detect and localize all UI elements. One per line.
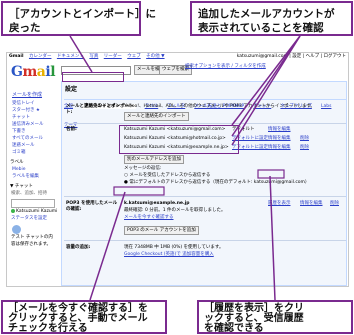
- pop3-edit-link[interactable]: 情報を編集: [300, 201, 323, 207]
- pop3-address: k.katsumi@example.ne.jp: [124, 201, 190, 206]
- highlight-accounts: [119, 125, 239, 154]
- pop3-section: POP3 を使用したメール の確認: k.katsumi@example.ne.…: [64, 199, 346, 241]
- label-item[interactable]: Mebie: [9, 166, 59, 173]
- sidebar: メールを作成 受信トレイ スター付き ★ チャット 送信済みメール 下書き すべ…: [9, 81, 59, 248]
- add-address-button[interactable]: 別のメールアドレスを追加: [124, 155, 184, 164]
- chat-user-name: Katsuzumi Kazumi: [16, 209, 58, 214]
- sidebar-item-trash[interactable]: ゴミ箱: [9, 149, 59, 156]
- callout-line: 追加したメールアカウントが: [198, 8, 335, 20]
- highlight-tab: [62, 72, 124, 82]
- import-button[interactable]: メールと連絡先のインポート: [124, 112, 189, 121]
- import-label: メールと連絡先のインポート:: [66, 104, 120, 115]
- talk-icon: [12, 225, 21, 234]
- logo-letter: l: [50, 64, 56, 80]
- storage-text: 現在 7348MB 中 1MB (0%) を使用しています。: [124, 245, 224, 250]
- nav-calendar[interactable]: カレンダー: [29, 54, 52, 59]
- status-dot-icon: [11, 208, 15, 213]
- sidebar-item-inbox[interactable]: 受信トレイ: [9, 100, 59, 107]
- chat-header[interactable]: ▼ チャット: [9, 183, 59, 190]
- pop3-label: POP3 を使用したメール の確認:: [66, 201, 118, 212]
- labels-header: ラベル: [10, 160, 24, 165]
- account-row-edit[interactable]: 情報を編集: [268, 136, 291, 142]
- reply-option-1[interactable]: ○ メールを受信したアドレスから返信する: [124, 173, 210, 179]
- account-row-delete[interactable]: 削除: [300, 136, 309, 142]
- sidebar-item-spam[interactable]: 迷惑メール: [9, 142, 59, 149]
- account-row-delete[interactable]: 削除: [300, 145, 309, 151]
- callout-top-right: 追加したメールアカウントが 表示されていることを確認: [190, 1, 353, 36]
- send-as-label: 名前:: [66, 127, 77, 132]
- logo-letter: m: [22, 64, 37, 80]
- storage-section: 容量の追加: 現在 7348MB 中 1MB (0%) を使用しています。 Go…: [64, 243, 346, 263]
- sidebar-item-sent[interactable]: 送信済みメール: [9, 121, 59, 128]
- chat-search-hint: 検索、追加、招待: [11, 191, 47, 196]
- settings-panel: 設定 全般 アカウントとインポート ラベル フィルタ メール転送と POP/IM…: [61, 81, 347, 286]
- add-pop3-button[interactable]: POP3 のメール アカウントを追加: [124, 226, 199, 235]
- reply-option-2[interactable]: ● 常にデフォルトのアドレスから返信する（現在のデフォルト: katsuzumi…: [124, 180, 309, 186]
- callout-bottom-left: ［メールを今すぐ確認する］を クリックすると、手動でメール チェックを行える: [1, 300, 167, 334]
- callout-line: ［アカウントとインポート］に: [9, 8, 156, 20]
- account-row-edit[interactable]: 情報を編集: [268, 145, 291, 151]
- import-text: Yahoo!、Hotmail、AOL、その他のウェブメールや POP3 アカウン…: [124, 104, 315, 109]
- pop3-delete-link[interactable]: 削除: [330, 201, 339, 207]
- sidebar-item-drafts[interactable]: 下書き: [9, 128, 59, 135]
- callout-line: チェックを行える: [8, 323, 88, 334]
- sidebar-item-chats[interactable]: チャット: [9, 114, 59, 121]
- import-section: メールと連絡先のインポート: Yahoo!、Hotmail、AOL、その他のウェ…: [64, 102, 346, 124]
- callout-top-left: ［アカウントとインポート］に 戻った: [1, 1, 156, 36]
- chat-search-input[interactable]: [11, 199, 55, 208]
- settings-tabs: 全般 アカウントとインポート ラベル フィルタ メール転送と POP/IMAP …: [64, 92, 346, 128]
- account-row-edit[interactable]: 情報を編集: [268, 127, 291, 133]
- edit-labels-link[interactable]: ラベルを編集: [9, 173, 59, 180]
- callout-line: 戻った: [9, 22, 41, 34]
- nav-more[interactable]: その他 ▼: [146, 54, 164, 59]
- compose-link[interactable]: メールを作成: [10, 92, 44, 99]
- buy-storage-link[interactable]: Google Checkout (英語)で 追加容量を購入: [124, 252, 214, 258]
- nav-web[interactable]: ウェブ: [127, 54, 141, 59]
- storage-label: 容量の追加:: [66, 245, 91, 250]
- callout-line: を確認できる: [204, 323, 264, 334]
- gmail-screenshot: Gmail カレンダー ドキュメント 写真 リーダー ウェブ その他 ▼ kat…: [6, 52, 349, 287]
- chat-status-link[interactable]: ステータスを設定: [9, 215, 59, 222]
- search-options-link[interactable]: 検索オプションを表示 / フィルタを作成: [185, 64, 266, 70]
- nav-gmail[interactable]: Gmail: [9, 54, 24, 59]
- nav-docs[interactable]: ドキュメント: [57, 54, 84, 59]
- nav-reader[interactable]: リーダー: [104, 54, 122, 59]
- top-nav: Gmail カレンダー ドキュメント 写真 リーダー ウェブ その他 ▼: [9, 54, 169, 60]
- callout-bottom-right: ［履歴を表示］をクリ ックすると、受信履歴 を確認できる: [197, 300, 353, 334]
- reply-label: メッセージの返信:: [124, 166, 162, 171]
- account-bar[interactable]: katsuzumi@gmail.com | 設定 | ヘルプ | ログアウト: [237, 54, 346, 60]
- check-mail-now-link[interactable]: メールを今すぐ確認する: [124, 215, 174, 221]
- pop3-last-check: 最終確認: 0 分前。1 件のメールを取得しました。: [124, 208, 226, 213]
- talk-text: テスト チャットの内容は保存されます。: [11, 235, 53, 247]
- callout-line: 表示されていることを確認: [198, 22, 324, 34]
- chat-user[interactable]: Katsuzumi Kazumi: [9, 208, 59, 215]
- sidebar-item-starred[interactable]: スター付き ★: [9, 107, 59, 114]
- gmail-logo: Gmail: [11, 64, 56, 80]
- logo-letter: G: [11, 64, 23, 80]
- nav-photos[interactable]: 写真: [89, 54, 98, 59]
- sidebar-item-all-mail[interactable]: すべてのメール: [9, 135, 59, 142]
- view-history-link[interactable]: 履歴を表示: [268, 201, 291, 207]
